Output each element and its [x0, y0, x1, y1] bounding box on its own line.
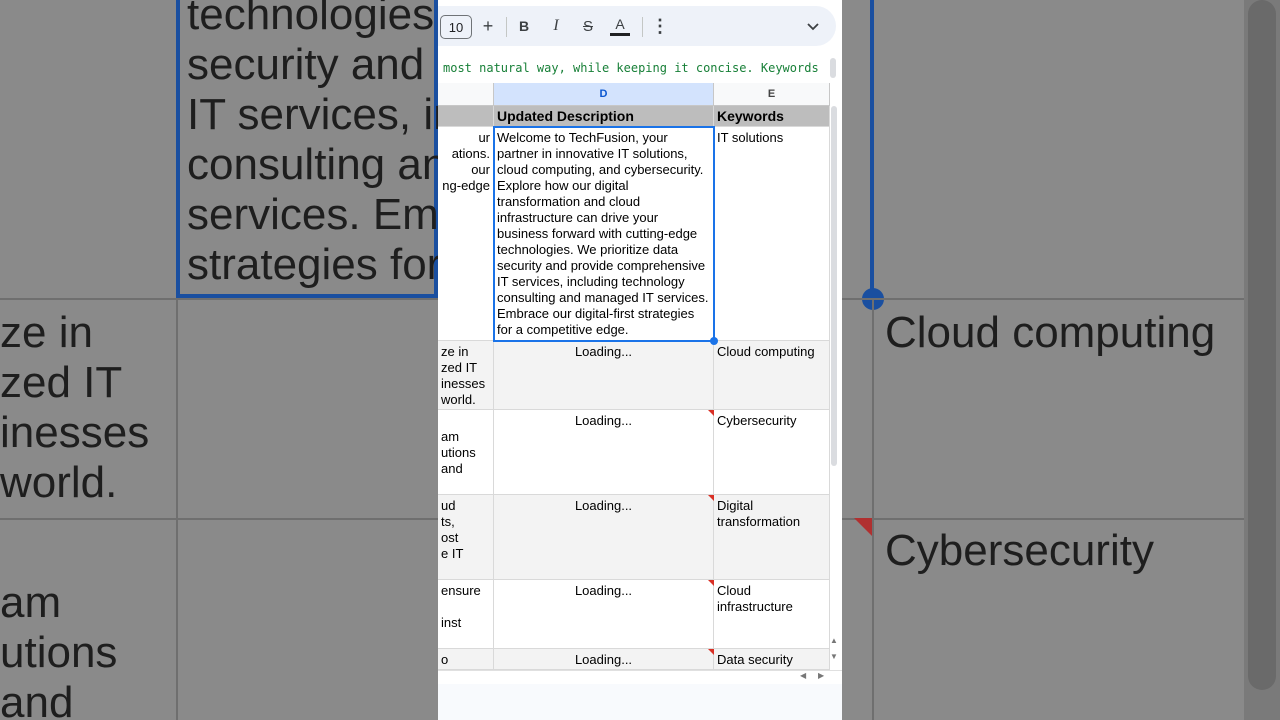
background-text-1: technologies.	[187, 0, 438, 39]
background-text-9: inesses	[0, 408, 150, 457]
formatting-toolbar: 10 + B I S A ⋮	[438, 6, 836, 46]
note-marker[interactable]	[708, 495, 714, 501]
vertical-scrollbar[interactable]: ▲ ▼	[830, 106, 838, 666]
cell-e6[interactable]: Cloud infrastructure	[714, 580, 830, 649]
column-header-d[interactable]: D	[494, 83, 714, 106]
expand-toolbar-button[interactable]	[802, 6, 824, 46]
background-text-2: security and p	[187, 40, 438, 89]
horizontal-scrollbar[interactable]: ◀ ▶	[438, 670, 842, 685]
text-color-button[interactable]: A	[610, 6, 630, 46]
cell-d7[interactable]: Loading...	[494, 649, 714, 670]
cell-d5[interactable]: Loading...	[494, 495, 714, 580]
cell-e4[interactable]: Cybersecurity	[714, 410, 830, 495]
scroll-right-icon[interactable]: ▶	[818, 671, 824, 680]
sheets-app-screen: 10 + B I S A ⋮ most natural way, while k…	[438, 0, 842, 720]
cell-e7[interactable]: Data security	[714, 649, 830, 670]
column-header-e[interactable]: E	[714, 83, 830, 106]
font-size-input[interactable]: 10	[440, 15, 472, 39]
text-color-icon: A	[615, 15, 625, 32]
cell-e1[interactable]: Keywords	[714, 106, 830, 127]
cell-e2[interactable]: IT solutions	[714, 127, 830, 341]
bold-button[interactable]: B	[514, 6, 534, 46]
bottom-panel	[438, 684, 842, 720]
note-marker[interactable]	[708, 580, 714, 586]
formula-bar[interactable]: most natural way, while keeping it conci…	[438, 56, 835, 80]
strikethrough-button[interactable]: S	[578, 6, 598, 46]
background-text-6: strategies for	[187, 240, 438, 289]
background-text-12: utions	[0, 628, 118, 677]
vertical-scrollbar-thumb[interactable]	[831, 106, 837, 466]
background-text-5: services. Emb	[187, 190, 438, 239]
background-keyword-2: Cybersecurity	[885, 526, 1154, 575]
cell-c3[interactable]: ze in zed IT inesses world.	[438, 341, 494, 410]
scroll-down-icon[interactable]: ▼	[830, 652, 838, 661]
cell-e5[interactable]: Digital transformation	[714, 495, 830, 580]
background-keyword-1: Cloud computing	[885, 308, 1216, 357]
scroll-up-icon[interactable]: ▲	[830, 636, 838, 645]
toolbar-divider	[506, 17, 507, 37]
background-text-3: IT services, in	[187, 90, 438, 139]
chevron-down-icon	[807, 23, 819, 31]
background-text-13: and	[0, 678, 74, 720]
background-text-4: consulting an	[187, 140, 438, 189]
cell-c7[interactable]: o	[438, 649, 494, 670]
cell-c2[interactable]: ur ations. our ng-edge	[438, 127, 494, 341]
column-header-c[interactable]	[438, 83, 494, 106]
background-right-panel: Cloud computing Cybersecurity	[842, 0, 1280, 720]
background-text-10: world.	[0, 458, 118, 507]
scroll-left-icon[interactable]: ◀	[800, 671, 806, 680]
cell-c6[interactable]: ensure inst	[438, 580, 494, 649]
cell-d2[interactable]: Welcome to TechFusion, your partner in i…	[494, 127, 714, 341]
background-text-8: zed IT	[0, 358, 123, 407]
italic-button[interactable]: I	[546, 6, 566, 46]
toolbar-divider	[642, 17, 643, 37]
cell-c5[interactable]: ud ts, ost e IT	[438, 495, 494, 580]
cell-c4[interactable]: am utions and	[438, 410, 494, 495]
selection-drag-handle[interactable]	[710, 337, 718, 345]
background-text-7: ze in	[0, 308, 93, 357]
cell-d4[interactable]: Loading...	[494, 410, 714, 495]
formula-scrollbar[interactable]	[830, 58, 836, 78]
font-size-increase-button[interactable]: +	[478, 6, 498, 46]
cell-c1[interactable]	[438, 106, 494, 127]
background-left-panel: technologies. security and p IT services…	[0, 0, 438, 720]
cell-d3[interactable]: Loading...	[494, 341, 714, 410]
cell-e3[interactable]: Cloud computing	[714, 341, 830, 410]
cell-d6[interactable]: Loading...	[494, 580, 714, 649]
note-marker[interactable]	[708, 649, 714, 655]
cell-d1[interactable]: Updated Description	[494, 106, 714, 127]
note-marker[interactable]	[708, 410, 714, 416]
background-text-11: am	[0, 578, 62, 627]
more-options-icon[interactable]: ⋮	[650, 6, 670, 46]
